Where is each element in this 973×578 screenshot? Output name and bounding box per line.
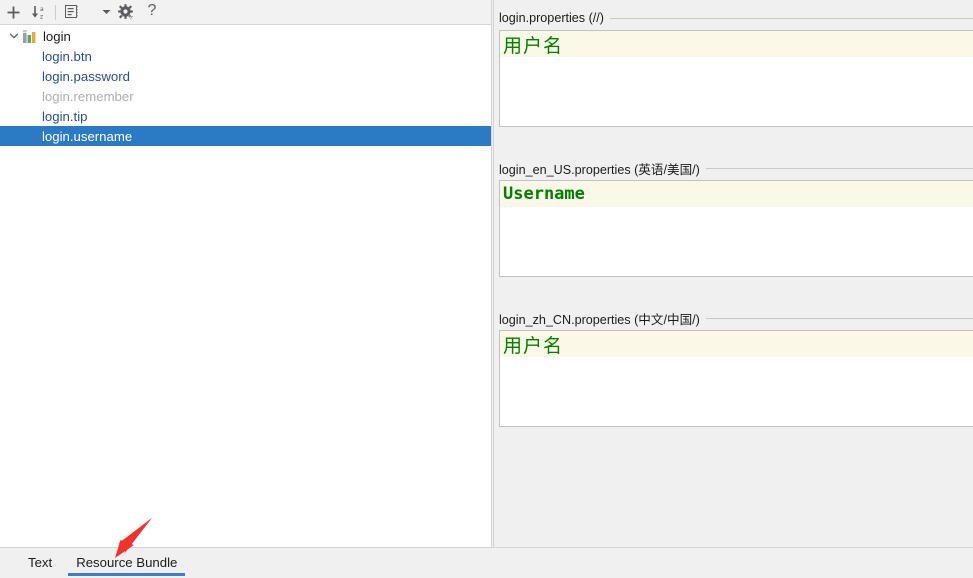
tree-root-label: login — [43, 28, 71, 44]
tab-text[interactable]: Text — [16, 548, 64, 576]
locale-value-text: Username — [503, 184, 585, 204]
svg-text:a: a — [40, 6, 44, 13]
locale-value-editor[interactable]: 用户名 — [499, 330, 973, 427]
editor-current-line: 用户名 — [500, 331, 973, 357]
locale-value-editor[interactable]: 用户名 — [499, 30, 973, 127]
tab-label: Text — [28, 554, 53, 570]
tab-active-indicator — [68, 573, 186, 576]
locale-separator-rule — [610, 17, 973, 19]
tree-item-label: login.password — [42, 68, 130, 84]
locale-separator-rule — [705, 167, 973, 169]
plus-icon — [7, 6, 19, 18]
properties-tree-pane: a z ? login login.btn login.password log… — [0, 0, 491, 547]
tree-row-login-remember[interactable]: login.remember — [0, 86, 491, 106]
toolbar-dropdown-button[interactable] — [99, 0, 113, 24]
resource-bundle-editor: a z ? login login.btn login.password log… — [0, 0, 973, 578]
question-mark-icon: ? — [147, 2, 157, 19]
sort-az-button[interactable]: a z — [26, 0, 52, 24]
tree-item-label: login.username — [42, 128, 133, 144]
locale-block-zh-CN: login_zh_CN.properties (中文/中国/) 用户名 — [494, 308, 973, 427]
properties-tree[interactable]: login login.btn login.password login.rem… — [0, 26, 491, 547]
chevron-down-icon[interactable] — [6, 26, 22, 46]
toolbar-separator — [55, 4, 56, 20]
tab-label: Resource Bundle — [76, 554, 178, 570]
tree-row-login-username[interactable]: login.username — [0, 126, 491, 146]
tree-row-login-tip[interactable]: login.tip — [0, 106, 491, 126]
locale-block-en-US: login_en_US.properties (英语/美国/) Username — [494, 158, 973, 277]
tree-list-icon — [64, 5, 78, 18]
editor-current-line: 用户名 — [500, 31, 973, 57]
sort-alpha-down-icon: a z — [31, 5, 44, 20]
locale-value-text: 用户名 — [503, 34, 564, 57]
editor-tab-bar: Text Resource Bundle — [0, 547, 973, 578]
help-button[interactable]: ? — [139, 0, 165, 24]
editor-current-line: Username — [500, 181, 973, 207]
tree-row-login-password[interactable]: login.password — [0, 66, 491, 86]
settings-button[interactable] — [113, 0, 139, 24]
tree-item-label: login.btn — [42, 48, 92, 64]
locale-values-pane: login.properties (//) 用户名 login_en_US.pr… — [494, 0, 973, 547]
group-by-button[interactable] — [59, 0, 85, 24]
tab-resource-bundle[interactable]: Resource Bundle — [64, 548, 189, 576]
tree-row-login-btn[interactable]: login.btn — [0, 46, 491, 66]
gear-icon — [118, 4, 133, 19]
locale-title: login_zh_CN.properties (中文/中国/) — [499, 312, 700, 327]
tree-item-label: login.remember — [42, 88, 134, 104]
tree-item-label: login.tip — [42, 108, 88, 124]
tree-toolbar: a z ? — [0, 0, 491, 25]
resource-bundle-icon — [22, 28, 38, 44]
locale-header: login_en_US.properties (英语/美国/) — [494, 158, 973, 178]
locale-header: login_zh_CN.properties (中文/中国/) — [494, 308, 973, 328]
locale-title: login.properties (//) — [499, 11, 604, 25]
editor-tabs: Text Resource Bundle — [16, 548, 189, 578]
locale-header: login.properties (//) — [494, 8, 973, 28]
locale-value-text: 用户名 — [503, 334, 564, 357]
tree-row-root[interactable]: login — [0, 26, 491, 46]
chevron-down-icon — [102, 10, 110, 14]
svg-text:z: z — [40, 13, 43, 20]
locale-title: login_en_US.properties (英语/美国/) — [499, 162, 700, 177]
locale-value-editor[interactable]: Username — [499, 180, 973, 277]
locale-block-default: login.properties (//) 用户名 — [494, 8, 973, 127]
locale-separator-rule — [705, 317, 973, 319]
add-property-button[interactable] — [0, 0, 26, 24]
